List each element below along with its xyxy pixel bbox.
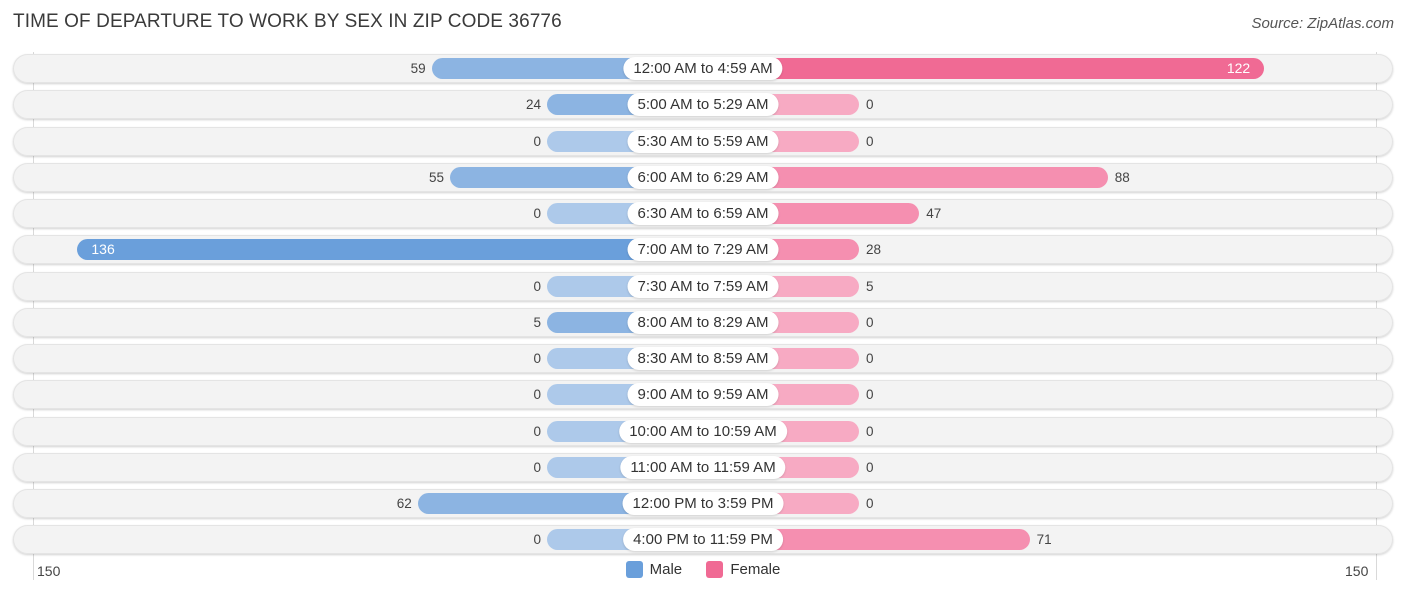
female-value-label: 0 — [866, 133, 874, 149]
female-value-label: 122 — [1226, 60, 1251, 76]
male-value-label: 0 — [533, 351, 541, 366]
male-value-label: 0 — [533, 459, 541, 475]
category-label: 8:00 AM to 8:29 AM — [627, 310, 779, 334]
female-swatch-icon — [706, 561, 724, 578]
male-value-label: 62 — [396, 496, 412, 511]
legend-item-male[interactable]: Male — [625, 561, 683, 578]
category-label: 6:30 AM to 6:59 AM — [627, 202, 779, 225]
female-value-label: 5 — [866, 278, 874, 294]
female-value-label: 28 — [866, 242, 882, 258]
category-label: 12:00 AM to 4:59 AM — [623, 57, 783, 80]
female-value-label: 0 — [866, 459, 874, 475]
female-value-label: 71 — [1036, 532, 1052, 548]
female-value-label: 0 — [866, 314, 874, 330]
category-label: 6:00 AM to 6:29 AM — [627, 165, 779, 189]
male-value-label: 0 — [533, 387, 541, 403]
category-label: 5:00 AM to 5:29 AM — [627, 93, 779, 117]
female-value-label: 0 — [866, 351, 874, 366]
category-label: 10:00 AM to 10:59 AM — [619, 419, 787, 443]
legend-male-label: Male — [649, 561, 683, 578]
female-value-label: 0 — [866, 97, 874, 113]
category-label: 4:00 PM to 11:59 PM — [623, 528, 783, 552]
category-label: 8:30 AM to 8:59 AM — [627, 347, 779, 370]
legend: Male Female — [0, 561, 1406, 582]
male-swatch-icon — [625, 561, 643, 578]
category-label: 7:30 AM to 7:59 AM — [627, 274, 779, 298]
female-bar[interactable] — [703, 58, 1265, 79]
male-value-label: 59 — [410, 61, 426, 76]
male-value-label: 55 — [428, 169, 444, 185]
category-label: 9:00 AM to 9:59 AM — [627, 383, 779, 407]
male-value-label: 0 — [533, 532, 541, 548]
legend-female-label: Female — [730, 561, 781, 578]
male-value-label: 0 — [533, 206, 541, 221]
category-label: 5:30 AM to 5:59 AM — [627, 129, 779, 153]
source-label: Source: ZipAtlas.com — [1251, 15, 1394, 32]
female-value-label: 0 — [866, 387, 874, 403]
male-value-label: 0 — [533, 278, 541, 294]
male-bar[interactable] — [77, 239, 703, 261]
female-value-label: 47 — [926, 206, 942, 221]
male-value-label: 5 — [533, 314, 541, 330]
legend-item-female[interactable]: Female — [706, 561, 780, 578]
chart-title: TIME OF DEPARTURE TO WORK BY SEX IN ZIP … — [13, 11, 562, 32]
male-value-label: 0 — [533, 423, 541, 439]
male-value-label: 24 — [525, 97, 541, 113]
female-value-label: 0 — [866, 423, 874, 439]
category-label: 12:00 PM to 3:59 PM — [622, 492, 784, 515]
male-value-label: 0 — [533, 133, 541, 149]
female-value-label: 0 — [866, 496, 874, 511]
category-label: 11:00 AM to 11:59 AM — [620, 455, 786, 479]
category-label: 7:00 AM to 7:29 AM — [627, 238, 779, 262]
male-value-label: 136 — [91, 241, 115, 258]
female-value-label: 88 — [1114, 169, 1130, 185]
